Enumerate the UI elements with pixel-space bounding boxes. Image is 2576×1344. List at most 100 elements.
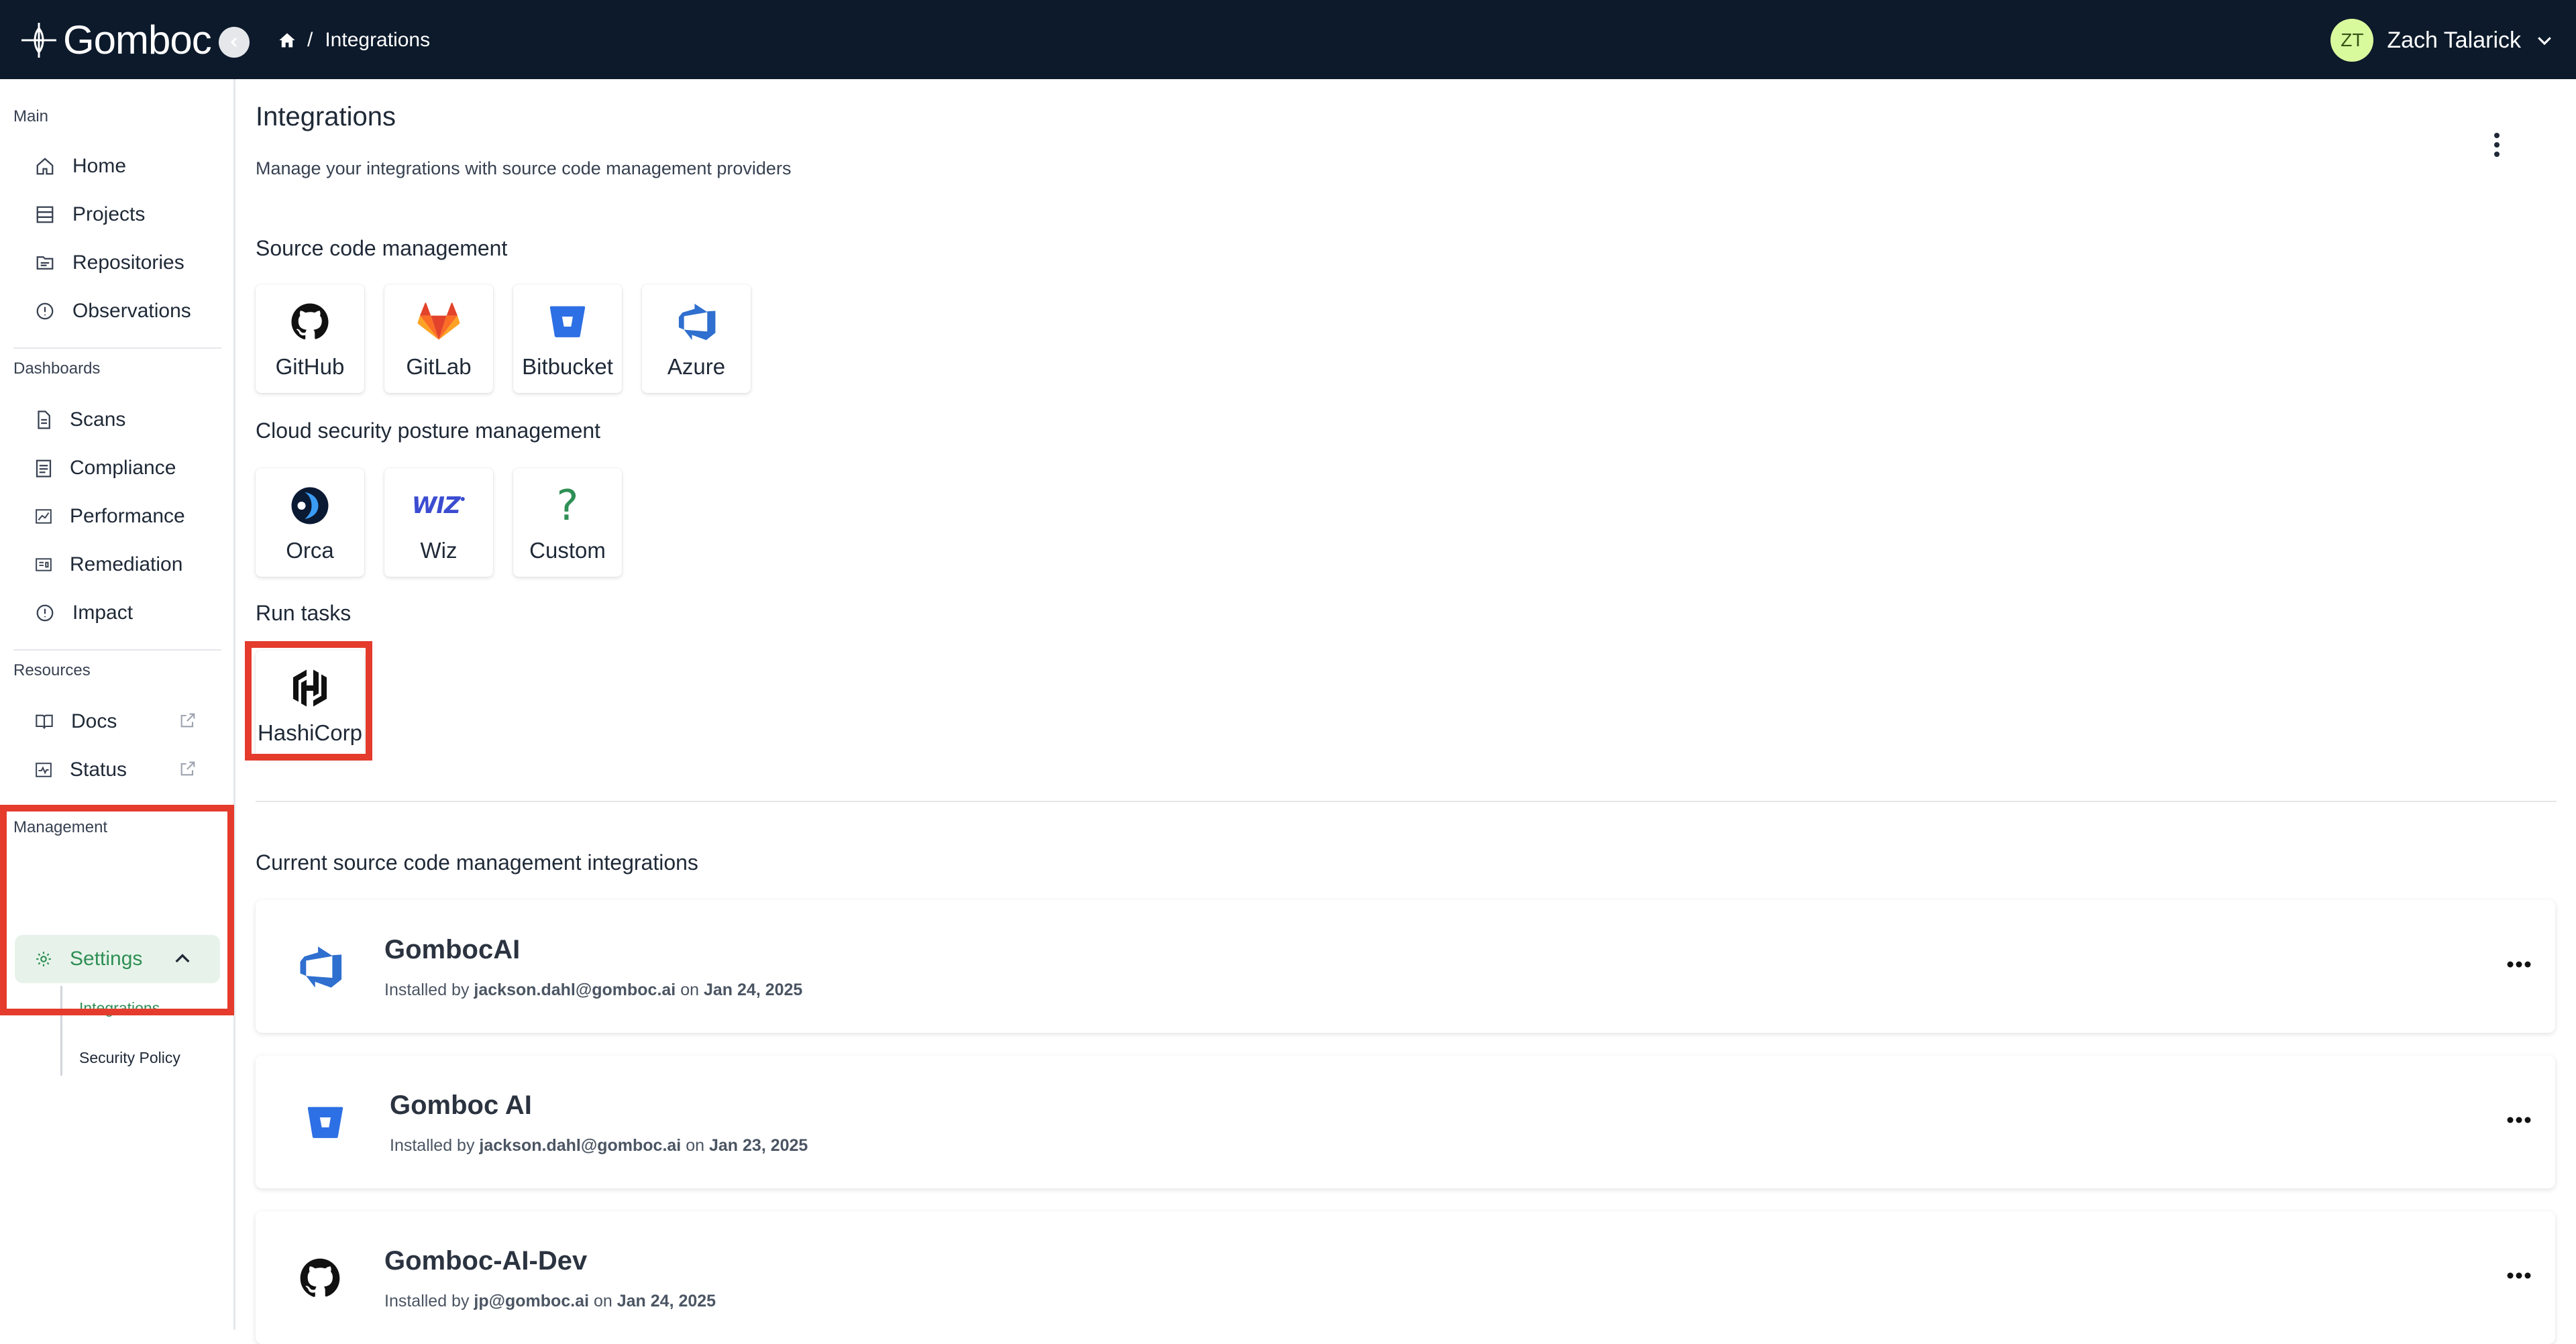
sidebar-item-label: Home (72, 155, 127, 177)
hashicorp-highlight-box (245, 641, 372, 761)
scan-icon (38, 410, 50, 429)
sidebar-item-label: Repositories (72, 251, 184, 274)
install-date: Jan 24, 2025 (703, 981, 803, 999)
integration-card[interactable]: GombocAI Installed by jackson.dahl@gombo… (256, 900, 2555, 1033)
azure-devops-icon (300, 946, 342, 988)
tile-label: Bitbucket (522, 354, 613, 379)
sidebar-item-remediation[interactable]: Remediation (35, 545, 182, 585)
sidebar-item-scans[interactable]: Scans (35, 400, 125, 440)
bitbucket-icon (307, 1107, 343, 1138)
question-icon: ? (556, 481, 579, 530)
sidebar-item-repositories[interactable]: Repositories (35, 243, 184, 283)
remediation-icon (36, 558, 52, 571)
more-vertical-icon[interactable] (2489, 131, 2505, 158)
tile-label: GitLab (406, 354, 472, 379)
status-icon (36, 763, 52, 777)
sidebar-item-label: Compliance (70, 457, 176, 479)
github-icon (291, 303, 329, 340)
tile-wiz[interactable]: WIZ ● Wiz (384, 468, 493, 577)
section-label-dashboards: Dashboards (13, 359, 101, 378)
tile-bitbucket[interactable]: Bitbucket (513, 284, 622, 393)
integration-name: GombocAI (384, 935, 521, 964)
tile-label: Wiz (420, 538, 458, 563)
integration-meta: Installed by jackson.dahl@gomboc.ai on J… (390, 1136, 808, 1155)
breadcrumb-separator: / (307, 29, 313, 51)
sidebar-item-observations[interactable]: Observations (35, 291, 191, 331)
more-horizontal-icon[interactable] (2507, 960, 2531, 968)
section-label-main: Main (13, 107, 49, 125)
sidebar-item-label: Projects (72, 203, 146, 225)
collapse-sidebar-button[interactable] (219, 27, 250, 58)
integration-card[interactable]: Gomboc AI Installed by jackson.dahl@gomb… (256, 1056, 2555, 1188)
tile-label: Orca (286, 538, 334, 563)
bitbucket-icon (549, 306, 586, 337)
sidebar-item-status[interactable]: Status (35, 750, 127, 790)
sidebar-divider (13, 347, 221, 349)
chart-icon (36, 509, 52, 524)
page-title: Integrations (256, 102, 396, 131)
tile-gitlab[interactable]: GitLab (384, 284, 493, 393)
sidebar-item-performance[interactable]: Performance (35, 496, 185, 537)
home-icon (36, 158, 54, 175)
gomboc-logo-icon (21, 23, 56, 58)
scm-heading: Source code management (256, 236, 508, 260)
more-horizontal-icon[interactable] (2507, 1272, 2531, 1280)
sidebar-item-impact[interactable]: Impact (35, 593, 133, 633)
sidebar-item-home[interactable]: Home (35, 146, 126, 186)
sidebar-item-label: Performance (70, 505, 185, 527)
external-link-icon (180, 761, 195, 776)
alert-circle-icon (36, 604, 54, 622)
github-icon (300, 1258, 340, 1297)
integration-name: Gomboc-AI-Dev (384, 1246, 588, 1276)
tile-orca[interactable]: Orca (256, 468, 364, 577)
install-date: Jan 24, 2025 (616, 1292, 716, 1310)
sidebar-item-label: Impact (72, 602, 133, 624)
sidebar-item-compliance[interactable]: Compliance (35, 448, 176, 488)
chevron-left-icon (230, 37, 237, 48)
top-bar: Gomboc / Integrations ZT Zach Talarick (0, 0, 2576, 79)
azure-devops-icon (678, 303, 716, 341)
section-label-resources: Resources (13, 661, 91, 679)
cspm-heading: Cloud security posture management (256, 418, 601, 443)
home-icon[interactable] (278, 31, 297, 50)
wiz-icon: WIZ (411, 492, 461, 519)
section-divider (256, 801, 2557, 802)
integration-card[interactable]: Gomboc-AI-Dev Installed by jp@gomboc.ai … (256, 1211, 2555, 1344)
brand-logo[interactable]: Gomboc (20, 19, 212, 62)
user-name: Zach Talarick (2387, 27, 2521, 53)
alert-circle-icon (36, 302, 54, 320)
installer-email: jackson.dahl@gomboc.ai (479, 1136, 682, 1155)
sidebar-item-label: Docs (71, 710, 117, 732)
sidebar-item-label: Remediation (70, 553, 183, 575)
integration-name: Gomboc AI (390, 1090, 532, 1120)
book-icon (36, 714, 53, 729)
integration-meta: Installed by jp@gomboc.ai on Jan 24, 202… (384, 1292, 716, 1310)
checklist-icon (36, 459, 52, 478)
breadcrumb-current[interactable]: Integrations (325, 29, 430, 52)
avatar: ZT (2330, 19, 2374, 62)
tile-github[interactable]: GitHub (256, 284, 364, 393)
installer-email: jp@gomboc.ai (474, 1292, 590, 1310)
sidebar-item-docs[interactable]: Docs (35, 702, 117, 742)
sidebar: Main Home Projects Repositories Observat… (0, 79, 235, 1330)
more-horizontal-icon[interactable] (2507, 1116, 2531, 1124)
user-menu[interactable]: ZT Zach Talarick (2330, 19, 2555, 62)
current-integrations-heading: Current source code management integrati… (256, 850, 698, 875)
projects-icon (36, 206, 54, 223)
install-date: Jan 23, 2025 (708, 1136, 808, 1155)
tile-azure[interactable]: Azure (642, 284, 751, 393)
page-subtitle: Manage your integrations with source cod… (256, 158, 792, 178)
sidebar-item-label: Observations (72, 300, 191, 322)
folder-icon (36, 256, 54, 270)
tile-custom[interactable]: ? Custom (513, 468, 622, 577)
sidebar-subitem-security-policy[interactable]: Security Policy (79, 1049, 180, 1067)
external-link-icon (180, 713, 195, 728)
management-highlight-box (0, 805, 234, 1015)
sidebar-item-label: Scans (70, 408, 126, 431)
tile-label: Azure (667, 354, 726, 379)
installer-email: jackson.dahl@gomboc.ai (474, 981, 676, 999)
sidebar-item-projects[interactable]: Projects (35, 194, 145, 235)
sidebar-item-label: Status (70, 759, 127, 781)
tile-label: GitHub (275, 354, 345, 379)
run-tasks-heading: Run tasks (256, 601, 352, 625)
